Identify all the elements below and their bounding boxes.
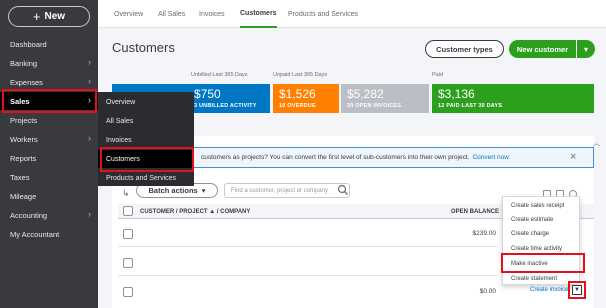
sidebar-item-projects[interactable]: Projects xyxy=(0,111,98,129)
open-invoices-caption: 20 OPEN INVOICES xyxy=(347,103,402,109)
sidebar-item-my-accountant[interactable]: My Accountant xyxy=(0,225,98,243)
batch-actions-label: Batch actions xyxy=(148,186,198,195)
menu-item-create-charge[interactable]: Create charge xyxy=(503,227,579,241)
page-title: Customers xyxy=(112,40,175,55)
row-divider xyxy=(118,275,498,276)
new-button-label: New xyxy=(44,11,66,22)
sidebar-item-label: Dashboard xyxy=(10,39,47,49)
plus-icon: + xyxy=(32,9,41,24)
sales-submenu: Overview All Sales Invoices Customers Pr… xyxy=(98,92,194,186)
create-invoice-link[interactable]: Create invoice xyxy=(530,287,568,293)
sidebar-item-label: Sales xyxy=(10,96,30,106)
submenu-item-customers[interactable]: Customers xyxy=(98,150,194,168)
sidebar-item-taxes[interactable]: Taxes xyxy=(0,168,98,186)
customer-types-button[interactable]: Customer types xyxy=(425,40,504,58)
sidebar-item-label: Expenses xyxy=(10,77,43,87)
submenu-item-all-sales[interactable]: All Sales xyxy=(98,112,194,130)
chevron-right-icon: › xyxy=(88,57,91,67)
open-invoices-amount: $5,282 xyxy=(347,87,384,101)
chevron-right-icon: › xyxy=(88,133,91,143)
sidebar-item-label: Reports xyxy=(10,153,37,163)
sidebar-item-label: Taxes xyxy=(10,172,30,182)
sidebar-item-sales[interactable]: Sales › xyxy=(0,92,98,110)
menu-item-make-inactive[interactable]: Make inactive xyxy=(503,257,579,271)
close-icon[interactable]: × xyxy=(570,151,576,163)
submenu-item-invoices[interactable]: Invoices xyxy=(98,131,194,149)
sidebar-item-label: Banking xyxy=(10,58,38,68)
sidebar-item-reports[interactable]: Reports xyxy=(0,149,98,167)
money-bar-label-unbilled: Unbilled Last 365 Days xyxy=(191,72,248,78)
unbilled-caption: 3 UNBILLED ACTIVITY xyxy=(194,103,257,109)
banner-text: customers as projects? You can convert t… xyxy=(201,154,470,161)
unbilled-amount: $750 xyxy=(194,87,221,101)
column-header-customer[interactable]: CUSTOMER / PROJECT ▲ / COMPANY xyxy=(140,204,250,219)
new-customer-button[interactable]: New customer xyxy=(509,40,576,58)
search-icon[interactable] xyxy=(337,184,349,196)
row-divider xyxy=(118,246,498,247)
overdue-caption: 10 OVERDUE xyxy=(279,103,316,109)
money-bar-label-unpaid: Unpaid Last 365 Days xyxy=(273,72,328,78)
chevron-right-icon: › xyxy=(88,95,91,105)
select-all-checkbox[interactable] xyxy=(123,206,133,216)
menu-item-create-time-activity[interactable]: Create time activity xyxy=(503,242,579,256)
tab-all-sales[interactable]: All Sales xyxy=(158,0,185,28)
row-action-menu: Create sales receipt Create estimate Cre… xyxy=(502,196,580,285)
sidebar-item-dashboard[interactable]: Dashboard xyxy=(0,35,98,53)
overdue-amount: $1,526 xyxy=(279,87,316,101)
chevron-up-icon[interactable]: ︿ xyxy=(593,138,600,148)
menu-item-create-sales-receipt[interactable]: Create sales receipt xyxy=(503,199,579,213)
menu-item-create-statement[interactable]: Create statement xyxy=(503,272,579,286)
arrow-down-right-icon: ↳ xyxy=(122,188,130,198)
chevron-right-icon: › xyxy=(88,76,91,86)
paid-amount: $3,136 xyxy=(438,87,475,101)
column-header-open-balance[interactable]: OPEN BALANCE xyxy=(451,204,499,219)
menu-item-create-estimate[interactable]: Create estimate xyxy=(503,213,579,227)
row-checkbox[interactable] xyxy=(123,287,133,297)
sidebar-item-label: Workers xyxy=(10,134,38,144)
row-checkbox[interactable] xyxy=(123,229,133,239)
money-bar-overdue[interactable]: $1,526 10 OVERDUE xyxy=(273,84,339,113)
sidebar-item-label: Projects xyxy=(10,115,38,125)
submenu-item-products-and-services[interactable]: Products and Services xyxy=(98,169,194,187)
tab-overview[interactable]: Overview xyxy=(114,0,143,28)
sidebar-item-banking[interactable]: Banking › xyxy=(0,54,98,72)
convert-now-link[interactable]: Convert now xyxy=(472,154,509,161)
caret-down-icon: ▾ xyxy=(201,186,206,195)
row-checkbox[interactable] xyxy=(123,258,133,268)
sidebar-item-label: Accounting xyxy=(10,210,48,220)
new-button[interactable]: + New xyxy=(8,6,90,27)
sidebar-item-expenses[interactable]: Expenses › xyxy=(0,73,98,91)
new-customer-dropdown-button[interactable]: ▾ xyxy=(577,40,595,58)
money-bar-open-invoices[interactable]: $5,282 20 OPEN INVOICES xyxy=(341,84,429,113)
sidebar-item-workers[interactable]: Workers › xyxy=(0,130,98,148)
tab-customers[interactable]: Customers xyxy=(240,0,277,28)
sidebar-item-mileage[interactable]: Mileage xyxy=(0,187,98,205)
sidebar-item-label: Mileage xyxy=(10,191,37,201)
submenu-item-overview[interactable]: Overview xyxy=(98,93,194,111)
row-action-dropdown-button[interactable]: ▼ xyxy=(572,285,582,295)
top-tab-bar: Overview All Sales Invoices Customers Pr… xyxy=(98,0,606,28)
row-open-balance: $0.00 xyxy=(479,288,496,295)
sidebar-item-label: My Accountant xyxy=(10,229,60,239)
paid-caption: 12 PAID LAST 30 DAYS xyxy=(438,103,503,109)
row-open-balance: $239.00 xyxy=(472,230,497,237)
search-input[interactable]: Find a customer, project or company xyxy=(224,183,350,198)
sidebar-item-accounting[interactable]: Accounting › xyxy=(0,206,98,224)
money-bar-label-paid: Paid xyxy=(432,72,444,78)
chevron-right-icon: › xyxy=(88,209,91,219)
tab-invoices[interactable]: Invoices xyxy=(199,0,225,28)
tab-products-and-services[interactable]: Products and Services xyxy=(288,0,358,28)
money-bar-paid[interactable]: $3,136 12 PAID LAST 30 DAYS xyxy=(432,84,594,113)
left-sidebar: + New Dashboard Banking › Expenses › Sales… xyxy=(0,0,98,308)
